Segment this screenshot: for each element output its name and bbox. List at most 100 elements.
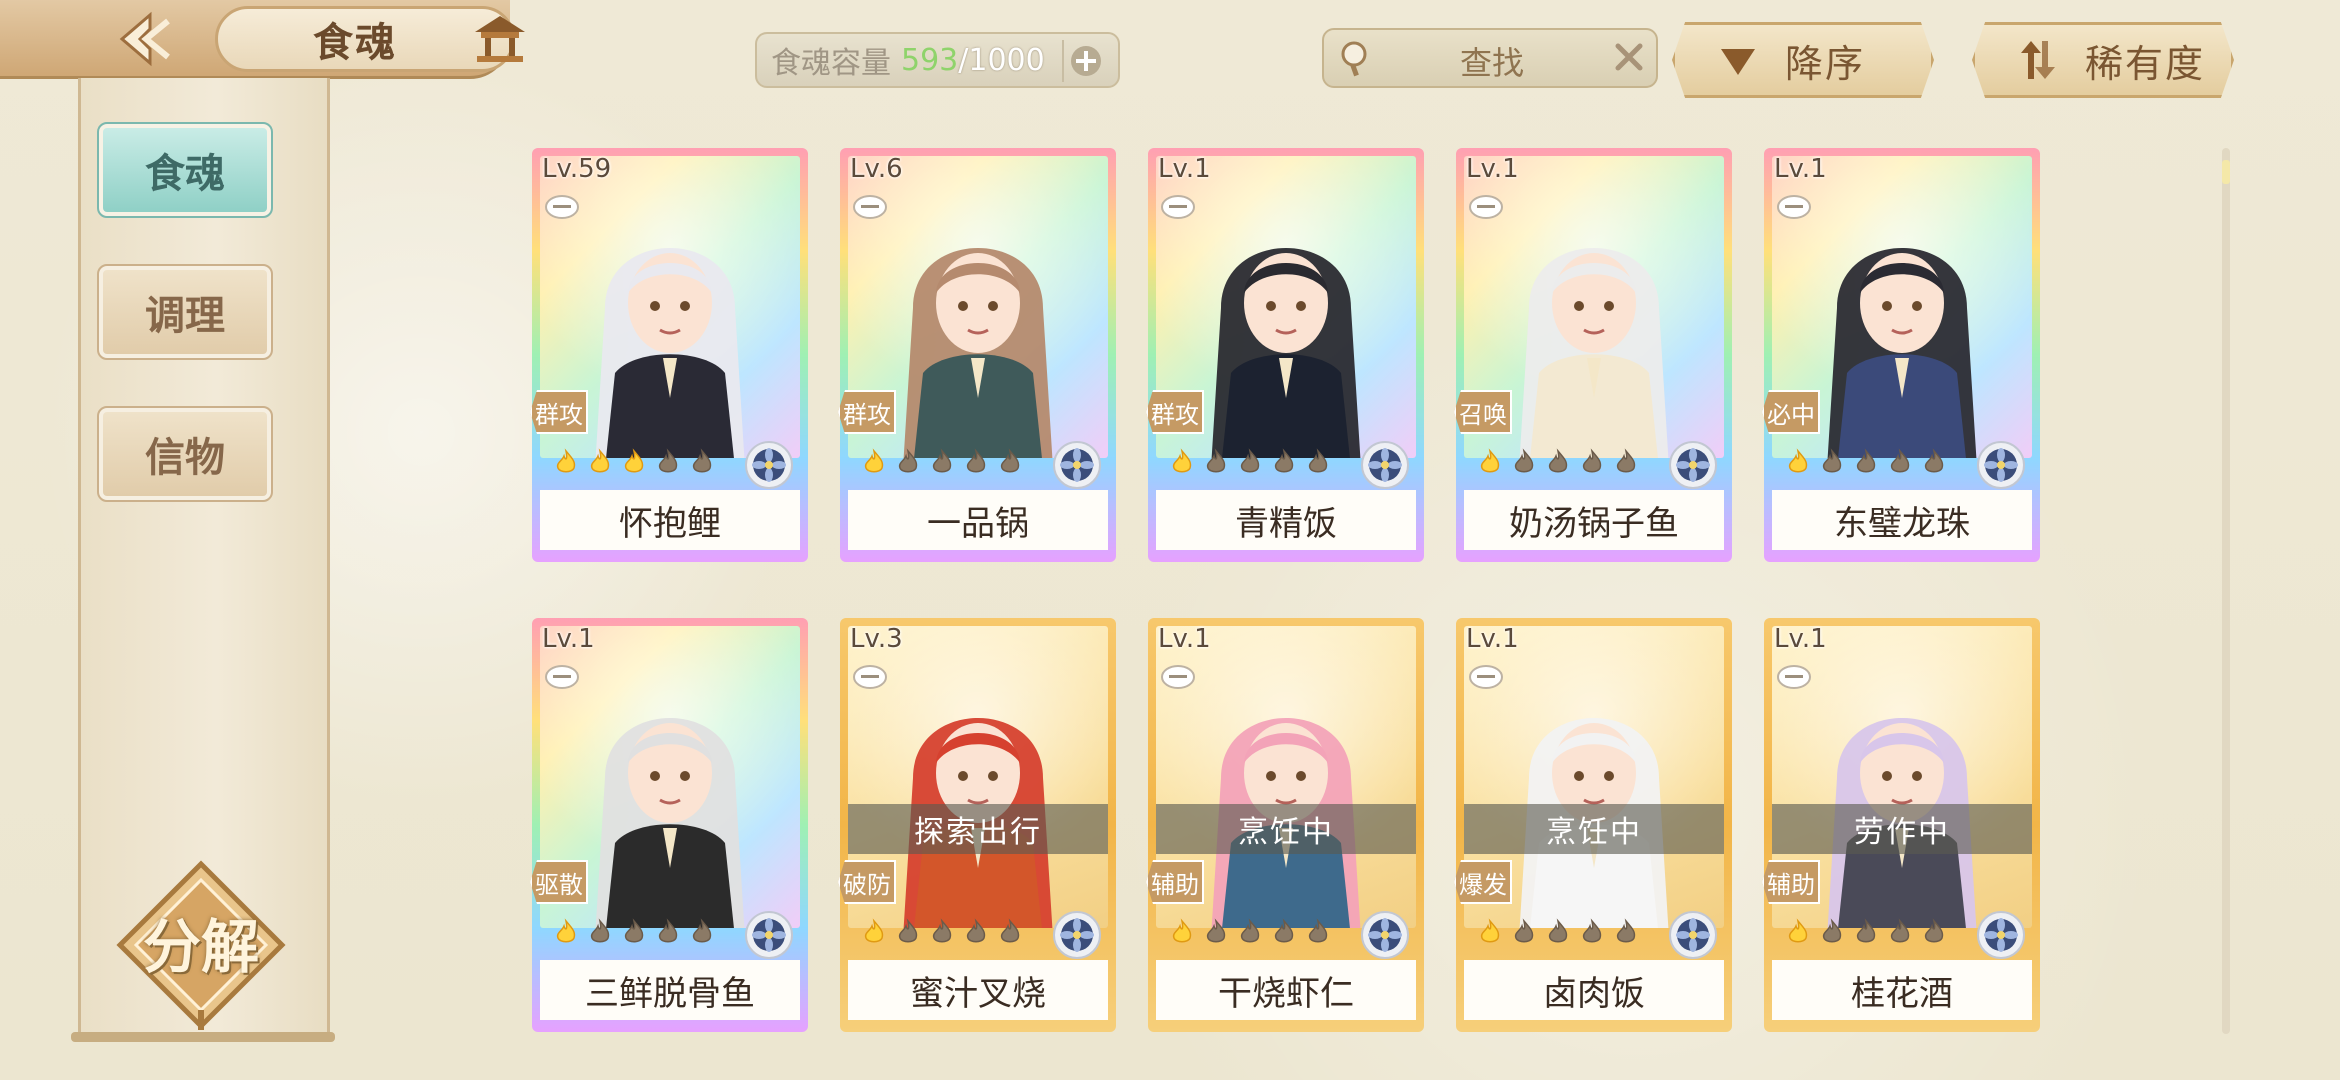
flame-icon xyxy=(1856,448,1876,473)
bowl-icon xyxy=(545,665,579,689)
level-label: Lv.1 xyxy=(1466,624,1519,654)
tab-label: 食魂 xyxy=(145,151,225,197)
tab-conditioning[interactable]: 调理 xyxy=(97,264,273,360)
element-flower-icon xyxy=(1053,441,1101,489)
role-tag: 破防 xyxy=(838,860,896,904)
food-soul-card[interactable]: Lv.1 召唤 奶汤锅子鱼 xyxy=(1454,148,1732,562)
flame-icon xyxy=(556,448,576,473)
star-rating xyxy=(1784,448,1948,478)
food-soul-name: 干烧虾仁 xyxy=(1156,960,1416,1020)
star-rating xyxy=(1168,448,1332,478)
scroll-thumb[interactable] xyxy=(2222,160,2230,184)
character-figure xyxy=(1827,248,1977,458)
bowl-icon xyxy=(853,195,887,219)
star-rating xyxy=(552,918,716,948)
level-label: Lv.3 xyxy=(850,624,903,654)
capacity-label: 食魂容量 xyxy=(771,46,891,81)
food-soul-card[interactable]: 烹饪中 Lv.1 辅助 干烧虾仁 xyxy=(1146,618,1424,1032)
food-soul-name: 蜜汁叉烧 xyxy=(848,960,1108,1020)
element-flower-icon xyxy=(1361,911,1409,959)
pavilion-icon[interactable] xyxy=(465,10,535,70)
tab-food-souls[interactable]: 食魂 xyxy=(97,122,273,218)
star-rating xyxy=(1476,918,1640,948)
flame-icon xyxy=(1548,918,1568,943)
flame-icon xyxy=(590,448,610,473)
level-label: Lv.1 xyxy=(542,624,595,654)
food-soul-name: 怀抱鲤 xyxy=(540,490,800,550)
food-soul-card[interactable]: 探索出行 Lv.3 破防 蜜汁叉烧 xyxy=(838,618,1116,1032)
flame-icon xyxy=(1206,448,1226,473)
flame-icon xyxy=(1822,918,1842,943)
element-flower-icon xyxy=(1977,441,2025,489)
character-figure xyxy=(1519,248,1669,458)
level-label: Lv.1 xyxy=(1774,624,1827,654)
flame-icon xyxy=(932,918,952,943)
role-tag: 群攻 xyxy=(1146,390,1204,434)
capacity-max: /1000 xyxy=(958,42,1045,78)
role-tag: 辅助 xyxy=(1762,860,1820,904)
add-capacity-button[interactable] xyxy=(1062,40,1108,82)
decompose-button[interactable]: 分解 xyxy=(116,860,286,1030)
element-flower-icon xyxy=(1669,911,1717,959)
flame-icon xyxy=(692,448,712,473)
tab-tokens[interactable]: 信物 xyxy=(97,406,273,502)
flame-icon xyxy=(1514,918,1534,943)
sort-key-button[interactable]: 稀有度 xyxy=(1972,22,2234,98)
star-rating xyxy=(860,918,1024,948)
element-flower-icon xyxy=(1669,441,1717,489)
food-soul-card[interactable]: Lv.59 群攻 怀抱鲤 xyxy=(530,148,808,562)
element-flower-icon xyxy=(1361,441,1409,489)
flame-icon xyxy=(1240,918,1260,943)
back-button[interactable] xyxy=(70,4,220,74)
role-tag: 群攻 xyxy=(530,390,588,434)
flame-icon xyxy=(932,448,952,473)
bowl-icon xyxy=(1777,195,1811,219)
role-tag: 召唤 xyxy=(1454,390,1512,434)
flame-icon xyxy=(590,918,610,943)
flame-icon xyxy=(556,918,576,943)
scrollbar[interactable] xyxy=(2222,148,2230,1034)
level-label: Lv.1 xyxy=(1158,624,1211,654)
character-figure xyxy=(1211,248,1361,458)
flame-icon xyxy=(1924,918,1944,943)
plus-icon xyxy=(1071,46,1101,76)
food-soul-card[interactable]: Lv.1 必中 东璧龙珠 xyxy=(1762,148,2040,562)
flame-icon xyxy=(1308,918,1328,943)
sort-swap-icon xyxy=(2021,41,2055,79)
food-soul-card[interactable]: 烹饪中 Lv.1 爆发 卤肉饭 xyxy=(1454,618,1732,1032)
element-flower-icon xyxy=(1053,911,1101,959)
flame-icon xyxy=(658,448,678,473)
bowl-icon xyxy=(853,665,887,689)
flame-icon xyxy=(1616,448,1636,473)
flame-icon xyxy=(1856,918,1876,943)
bowl-icon xyxy=(1469,665,1503,689)
page-title: 食魂 xyxy=(313,20,397,66)
flame-icon xyxy=(1274,448,1294,473)
search-icon xyxy=(1341,41,1367,77)
star-rating xyxy=(552,448,716,478)
character-figure xyxy=(903,718,1053,928)
flame-icon xyxy=(1000,448,1020,473)
search-input[interactable]: 查找 xyxy=(1322,28,1658,88)
level-label: Lv.1 xyxy=(1774,154,1827,184)
food-soul-card[interactable]: 劳作中 Lv.1 辅助 桂花酒 xyxy=(1762,618,2040,1032)
sort-order-button[interactable]: 降序 xyxy=(1672,22,1934,98)
character-figure xyxy=(1211,718,1361,928)
flame-icon xyxy=(1822,448,1842,473)
soul-capacity: 食魂容量 593 /1000 xyxy=(755,32,1120,88)
food-soul-grid: Lv.59 群攻 怀抱鲤 Lv.6 群攻 一品锅 Lv.1 群攻 青精饭 Lv.… xyxy=(530,148,2052,1038)
level-label: Lv.1 xyxy=(1158,154,1211,184)
flame-icon xyxy=(1788,918,1808,943)
flame-icon xyxy=(692,918,712,943)
back-arrow-icon xyxy=(119,11,170,67)
star-rating xyxy=(1784,918,1948,948)
food-soul-card[interactable]: Lv.1 群攻 青精饭 xyxy=(1146,148,1424,562)
clear-icon[interactable] xyxy=(1610,38,1648,76)
flame-icon xyxy=(1172,918,1192,943)
food-soul-card[interactable]: Lv.6 群攻 一品锅 xyxy=(838,148,1116,562)
role-tag: 辅助 xyxy=(1146,860,1204,904)
bowl-icon xyxy=(545,195,579,219)
level-label: Lv.59 xyxy=(542,154,612,184)
level-label: Lv.1 xyxy=(1466,154,1519,184)
food-soul-card[interactable]: Lv.1 驱散 三鲜脱骨鱼 xyxy=(530,618,808,1032)
